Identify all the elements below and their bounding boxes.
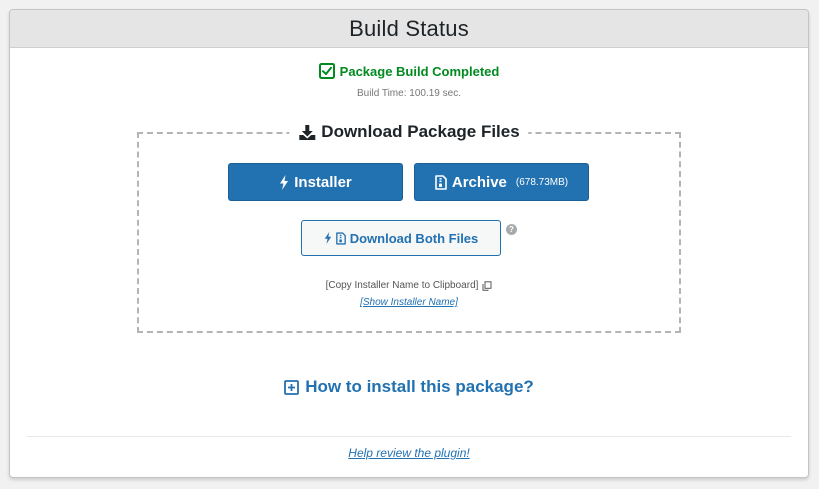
download-both-label: Download Both Files bbox=[349, 230, 479, 246]
archive-button-label: Archive bbox=[451, 173, 507, 191]
file-archive-icon bbox=[335, 231, 346, 245]
help-review-link[interactable]: Help review the plugin! bbox=[348, 446, 469, 460]
build-time: Build Time: 100.19 sec. bbox=[10, 88, 808, 99]
panel-header: Build Status bbox=[10, 10, 808, 48]
installer-button[interactable]: Installer bbox=[228, 163, 403, 201]
download-legend: Download Package Files bbox=[289, 122, 529, 142]
build-status-panel: Build Status Package Build Completed Bui… bbox=[9, 9, 809, 478]
bolt-icon bbox=[324, 232, 332, 244]
review-line: Help review the plugin! bbox=[10, 446, 808, 460]
copy-installer-line: [Copy Installer Name to Clipboard] bbox=[139, 280, 679, 291]
download-both-button[interactable]: Download Both Files bbox=[301, 220, 501, 256]
build-time-value: 100.19 sec. bbox=[409, 88, 461, 99]
show-installer-name-link[interactable]: [Show Installer Name] bbox=[360, 297, 458, 308]
build-status-line: Package Build Completed bbox=[10, 63, 808, 79]
how-to-install-label: How to install this package? bbox=[305, 377, 534, 396]
archive-button[interactable]: Archive (678.73MB) bbox=[414, 163, 589, 201]
how-to-install-toggle[interactable]: How to install this package? bbox=[10, 377, 808, 397]
show-installer-line: [Show Installer Name] bbox=[139, 297, 679, 308]
panel-title: Build Status bbox=[349, 15, 469, 41]
help-question-icon[interactable]: ? bbox=[506, 224, 517, 235]
footer-divider bbox=[27, 436, 791, 437]
download-legend-text: Download Package Files bbox=[321, 122, 520, 141]
plus-square-icon bbox=[284, 379, 300, 395]
download-icon bbox=[298, 124, 316, 141]
checkbox-check-icon bbox=[318, 63, 335, 79]
copy-installer-link[interactable]: [Copy Installer Name to Clipboard] bbox=[326, 280, 479, 291]
copy-icon[interactable] bbox=[482, 280, 492, 291]
installer-button-label: Installer bbox=[294, 173, 352, 191]
bolt-icon bbox=[279, 174, 289, 190]
file-archive-icon bbox=[435, 174, 447, 190]
download-package-box: Download Package Files Installer Archive bbox=[137, 122, 681, 333]
build-completed-text: Package Build Completed bbox=[339, 63, 500, 79]
archive-size: (678.73MB) bbox=[515, 176, 569, 188]
build-time-label: Build Time: bbox=[357, 88, 407, 99]
